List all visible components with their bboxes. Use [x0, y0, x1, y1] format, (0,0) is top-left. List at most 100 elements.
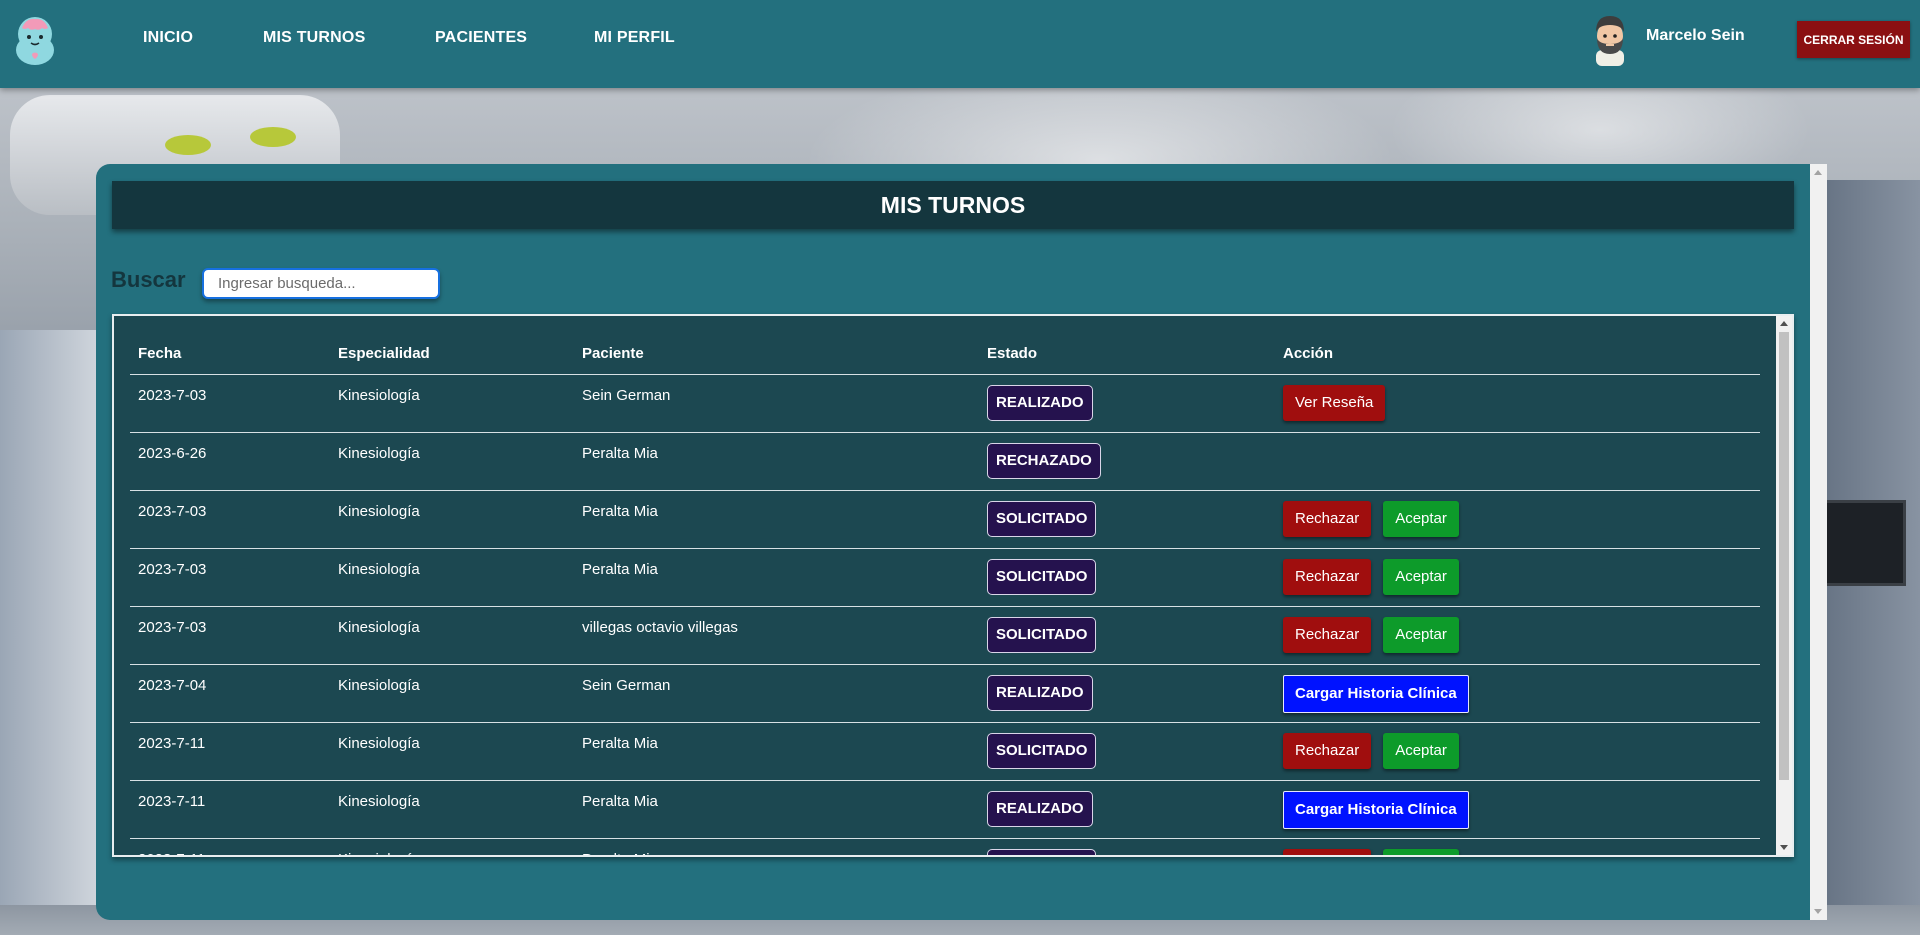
table-scrollbar[interactable] [1776, 316, 1792, 855]
cell-estado: REALIZADO [979, 780, 1275, 839]
user-name: Marcelo Sein [1646, 27, 1745, 44]
cell-accion: Rechazar Aceptar [1275, 548, 1760, 607]
table-row: 2023-7-04 Kinesiología Sein German REALIZAD… [130, 664, 1760, 723]
cell-fecha: 2023-7-11 [130, 780, 330, 839]
cell-paciente: Sein German [574, 374, 979, 433]
accept-button[interactable]: Aceptar [1383, 501, 1459, 537]
page-title: MIS TURNOS [112, 181, 1794, 229]
header-especialidad: Especialidad [330, 332, 574, 375]
cell-especialidad: Kinesiología [330, 664, 574, 723]
cell-accion: Ver Reseña [1275, 374, 1760, 433]
cell-estado: SOLICITADO [979, 722, 1275, 781]
top-navbar: INICIO MIS TURNOS PACIENTES MI PERFIL Ma… [0, 0, 1920, 88]
cell-estado: SOLICITADO [979, 490, 1275, 549]
cell-estado: REALIZADO [979, 664, 1275, 723]
bearded-man-avatar-icon [1590, 14, 1630, 66]
status-badge: SOLICITADO [987, 849, 1097, 855]
view-review-button[interactable]: Ver Reseña [1283, 385, 1386, 421]
cell-estado: RECHAZADO [979, 432, 1275, 491]
table-row: 2023-7-03 Kinesiología Peralta Mia SOLICITA… [130, 490, 1760, 549]
cell-accion: Cargar Historia Clínica [1275, 664, 1760, 723]
background-medical-equipment [0, 330, 110, 930]
search-input[interactable] [202, 268, 440, 299]
cell-paciente: Peralta Mia [574, 548, 979, 607]
table-row: 2023-7-11KinesiologíaPeralta Mia SOLICITA… [130, 838, 1760, 855]
nav-mi-perfil[interactable]: MI PERFIL [594, 29, 675, 47]
cell-especialidad: Kinesiología [330, 722, 574, 781]
cell-accion: Rechazar Aceptar [1275, 490, 1760, 549]
nav-inicio[interactable]: INICIO [143, 29, 193, 47]
cell-paciente: villegas octavio villegas [574, 606, 979, 665]
cell-accion [1275, 432, 1760, 491]
header-fecha: Fecha [130, 332, 330, 375]
status-badge: REALIZADO [987, 675, 1093, 711]
nav-mis-turnos[interactable]: MIS TURNOS [263, 29, 365, 47]
status-badge: REALIZADO [987, 385, 1093, 421]
header-paciente: Paciente [574, 332, 979, 375]
cell-fecha: 2023-7-03 [130, 548, 330, 607]
table-row: 2023-7-03 Kinesiología Peralta Mia SOLICITA… [130, 548, 1760, 607]
cell-fecha: 2023-7-11 [130, 722, 330, 781]
status-badge: SOLICITADO [987, 501, 1097, 537]
table-body: 2023-7-03 Kinesiología Sein German REALIZAD… [130, 374, 1760, 855]
cell-paciente: Peralta Mia [574, 432, 979, 491]
table-row: 2023-7-11 Kinesiología Peralta Mia REALIZAD… [130, 780, 1760, 839]
cell-fecha: 2023-7-03 [130, 490, 330, 549]
cell-especialidad: Kinesiología [330, 432, 574, 491]
status-badge: REALIZADO [987, 791, 1093, 827]
cell-especialidad: Kinesiología [330, 548, 574, 607]
load-clinical-history-button[interactable]: Cargar Historia Clínica [1283, 791, 1469, 829]
cell-fecha: 2023-6-26 [130, 432, 330, 491]
cell-accion: Rechazar Aceptar [1275, 722, 1760, 781]
reject-button[interactable]: Rechazar [1283, 617, 1372, 653]
cell-especialidad: Kinesiología [330, 838, 574, 855]
cell-fecha: 2023-7-03 [130, 374, 330, 433]
accept-button[interactable]: Aceptar [1383, 849, 1459, 855]
background-monitor [1820, 500, 1906, 586]
cell-paciente: Peralta Mia [574, 722, 979, 781]
accept-button[interactable]: Aceptar [1383, 617, 1459, 653]
turnos-table: Fecha Especialidad Paciente Estado Acció… [130, 332, 1760, 855]
cell-fecha: 2023-7-11 [130, 838, 330, 855]
status-badge: SOLICITADO [987, 559, 1097, 595]
cell-paciente: Peralta Mia [574, 780, 979, 839]
cell-paciente: Peralta Mia [574, 490, 979, 549]
accept-button[interactable]: Aceptar [1383, 559, 1459, 595]
cell-especialidad: Kinesiología [330, 606, 574, 665]
header-accion: Acción [1275, 332, 1760, 375]
cell-especialidad: Kinesiología [330, 374, 574, 433]
cell-estado: SOLICITADO [979, 606, 1275, 665]
table-row: 2023-7-03 Kinesiología villegas octavio vi… [130, 606, 1760, 665]
cell-fecha: 2023-7-04 [130, 664, 330, 723]
page-scrollbar[interactable] [1810, 164, 1827, 920]
cell-especialidad: Kinesiología [330, 490, 574, 549]
reject-button[interactable]: Rechazar [1283, 501, 1372, 537]
cell-especialidad: Kinesiología [330, 780, 574, 839]
nav-pacientes[interactable]: PACIENTES [435, 29, 527, 47]
reject-button[interactable]: Rechazar [1283, 849, 1372, 855]
cell-accion: Cargar Historia Clínica [1275, 780, 1760, 839]
load-clinical-history-button[interactable]: Cargar Historia Clínica [1283, 675, 1469, 713]
table-header-row: Fecha Especialidad Paciente Estado Acció… [130, 332, 1760, 375]
table-scrollbar-thumb[interactable] [1779, 332, 1789, 780]
table-row: 2023-6-26 Kinesiología Peralta Mia RECHAZAD… [130, 432, 1760, 491]
cell-paciente: Peralta Mia [574, 838, 979, 855]
reject-button[interactable]: Rechazar [1283, 733, 1372, 769]
cell-estado: REALIZADO [979, 374, 1275, 433]
brain-face-icon[interactable] [10, 12, 60, 66]
header-estado: Estado [979, 332, 1275, 375]
cell-fecha: 2023-7-03 [130, 606, 330, 665]
logout-button[interactable]: CERRAR SESIÓN [1797, 21, 1910, 58]
cell-paciente: Sein German [574, 664, 979, 723]
search-label: Buscar [111, 267, 186, 292]
status-badge: SOLICITADO [987, 733, 1097, 769]
reject-button[interactable]: Rechazar [1283, 559, 1372, 595]
status-badge: RECHAZADO [987, 443, 1101, 479]
cell-accion: Rechazar Aceptar [1275, 838, 1760, 855]
cell-estado: SOLICITADO [979, 838, 1275, 855]
cell-accion: Rechazar Aceptar [1275, 606, 1760, 665]
cell-estado: SOLICITADO [979, 548, 1275, 607]
accept-button[interactable]: Aceptar [1383, 733, 1459, 769]
turnos-table-panel: Fecha Especialidad Paciente Estado Acció… [112, 314, 1794, 857]
table-row: 2023-7-11KinesiologíaPeralta MiaSOLICITA… [130, 722, 1760, 781]
